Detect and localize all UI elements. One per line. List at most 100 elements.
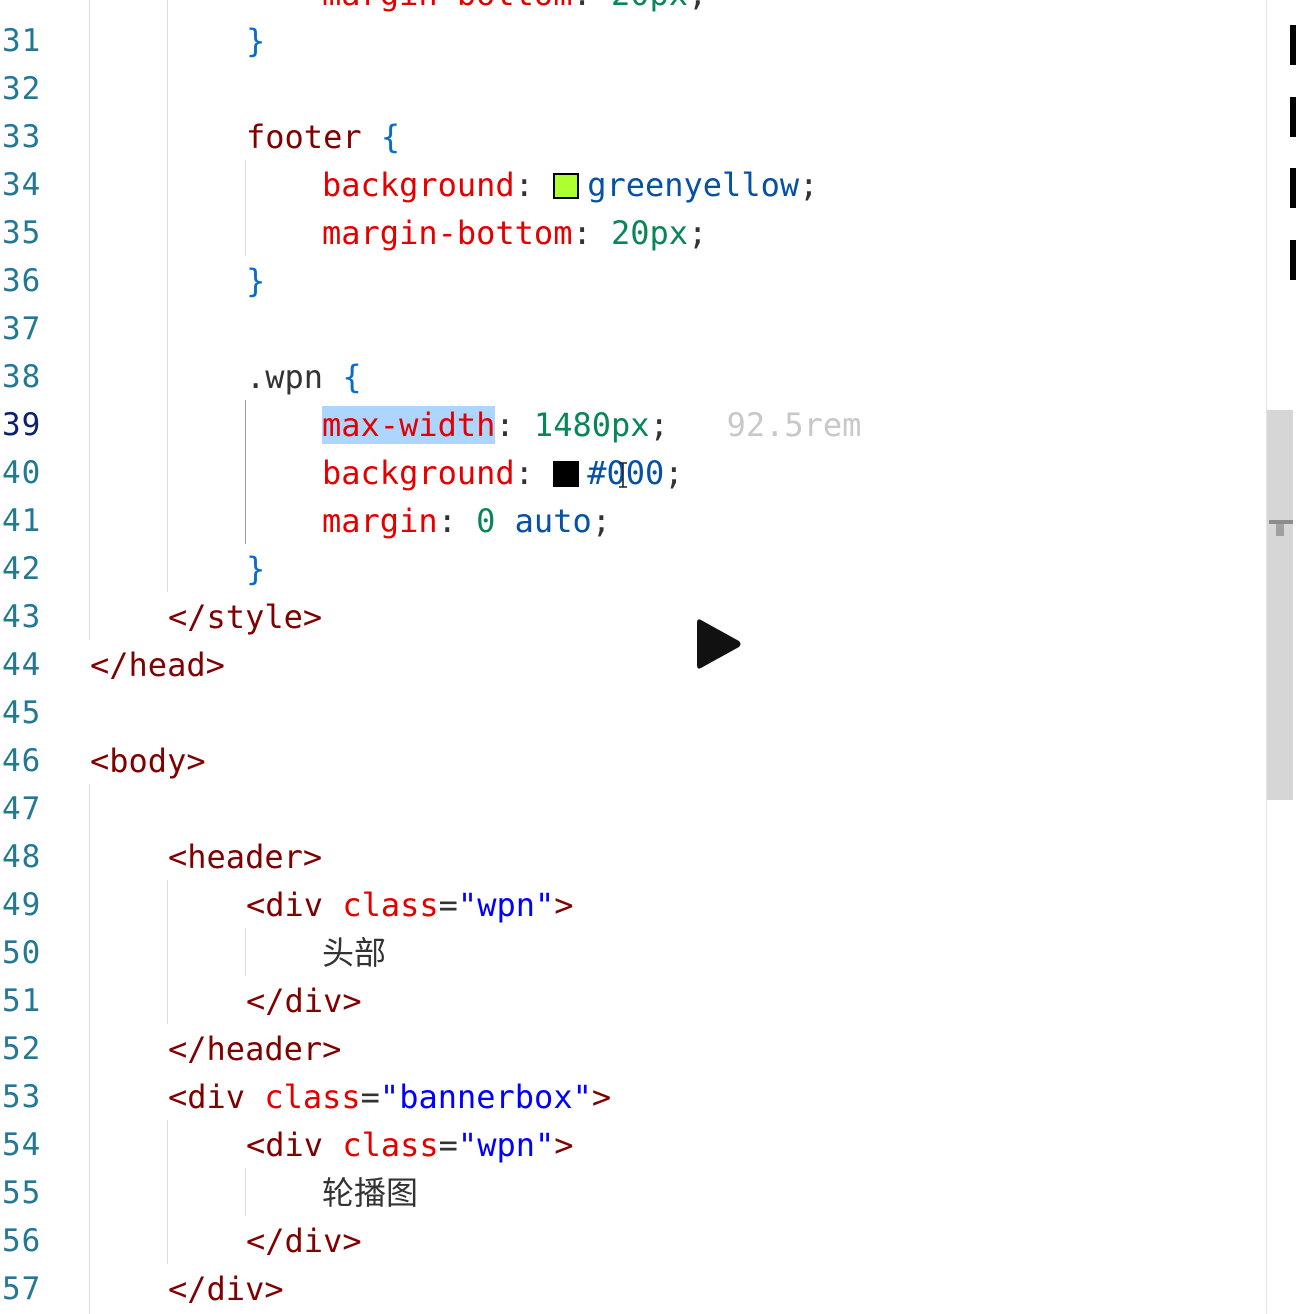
line-number: 40 [2, 455, 42, 491]
scrollbar-cursor-marker [1276, 524, 1284, 536]
code-line[interactable]: </head> [90, 641, 225, 689]
text-content: 头部 [322, 934, 387, 972]
color-swatch-icon[interactable] [553, 173, 580, 199]
line-number: 49 [2, 887, 42, 923]
line-number: 50 [2, 935, 42, 971]
code-line[interactable]: <div class="bannerbox"> [168, 1073, 611, 1121]
css-property: margin [322, 502, 438, 540]
code-line[interactable]: background: greenyellow; [322, 161, 818, 209]
code-line[interactable]: </style> [168, 593, 322, 641]
html-attribute-value: "wpn" [457, 1126, 555, 1164]
line-number: 41 [2, 503, 42, 539]
selected-text: max-width [322, 406, 496, 444]
code-line[interactable]: <div class="wpn"> [246, 1121, 574, 1169]
line-number: 54 [2, 1127, 42, 1163]
html-tag: </div> [246, 1222, 362, 1260]
play-icon[interactable] [695, 617, 743, 671]
html-tag: </header> [168, 1030, 342, 1068]
code-line[interactable]: </header> [168, 1025, 341, 1073]
closing-brace: } [246, 262, 266, 300]
overview-ruler-mark [1290, 97, 1296, 137]
line-number: 53 [2, 1079, 42, 1115]
code-line[interactable]: } [246, 257, 265, 305]
css-value-number: 0 [476, 502, 496, 540]
code-line[interactable]: </div> [168, 1265, 284, 1313]
line-number: 51 [2, 983, 42, 1019]
code-line-active[interactable]: max-width: 1480px; 92.5rem [322, 401, 861, 449]
line-number: 35 [2, 215, 42, 251]
css-value: greenyellow [587, 166, 800, 204]
opening-brace: { [380, 118, 401, 156]
closing-brace: } [246, 550, 266, 588]
html-tag: </div> [246, 982, 362, 1020]
code-line[interactable]: } [246, 545, 265, 593]
html-attribute: class [342, 886, 439, 924]
code-line[interactable]: 头部 [322, 929, 386, 977]
closing-brace: } [246, 22, 266, 60]
overview-ruler-mark [1290, 240, 1296, 280]
css-property: margin-bottom [322, 214, 573, 252]
line-number: 52 [2, 1031, 42, 1067]
css-value: 20px [610, 214, 689, 252]
code-line[interactable]: </div> [246, 977, 362, 1025]
code-editor[interactable]: 31 32 33 34 35 36 37 38 39 40 41 42 43 4… [0, 0, 1296, 1314]
opening-brace: { [342, 358, 362, 396]
html-attribute-value: "wpn" [457, 886, 555, 924]
css-property: background [322, 454, 515, 492]
code-line[interactable]: footer { [246, 113, 400, 161]
line-number-gutter: 31 32 33 34 35 36 37 38 39 40 41 42 43 4… [0, 0, 60, 1314]
html-attribute: class [342, 1126, 439, 1164]
color-swatch-icon[interactable] [553, 461, 580, 487]
html-tag-open: <div [168, 1078, 246, 1116]
html-tag-open: <div [246, 1126, 324, 1164]
line-number: 37 [2, 311, 42, 347]
css-selector: .wpn [246, 358, 324, 396]
code-line[interactable]: margin: 0 auto; [322, 497, 611, 545]
line-number: 32 [2, 71, 42, 107]
line-number: 31 [2, 23, 42, 59]
html-attribute-value: "bannerbox" [379, 1078, 592, 1116]
code-line[interactable]: <header> [168, 833, 322, 881]
line-number: 43 [2, 599, 42, 635]
rem-conversion-hint: 92.5rem [726, 406, 862, 444]
code-line[interactable]: <div class="wpn"> [246, 881, 574, 929]
html-tag-open: <div [246, 886, 324, 924]
css-value-keyword: auto [514, 502, 592, 540]
text-content: 轮播图 [322, 1174, 419, 1212]
line-number: 46 [2, 743, 42, 779]
code-line[interactable]: <body> [90, 737, 206, 785]
html-tag: <body> [90, 742, 206, 780]
css-property: background [322, 166, 515, 204]
overview-ruler-mark [1290, 25, 1296, 65]
html-attribute: class [264, 1078, 361, 1116]
html-tag: </head> [90, 646, 225, 684]
code-line[interactable]: margin-bottom: 20px; [322, 209, 707, 257]
css-value: 1480px [533, 406, 650, 444]
html-tag: </style> [168, 598, 323, 636]
line-number: 56 [2, 1223, 42, 1259]
scrollbar-thumb[interactable] [1267, 410, 1293, 800]
code-area[interactable]: } footer { background: greenyellow; marg… [90, 0, 1260, 1314]
line-number: 57 [2, 1271, 42, 1307]
line-number: 45 [2, 695, 42, 731]
overview-ruler-mark [1290, 168, 1296, 208]
line-number: 42 [2, 551, 42, 587]
line-number: 48 [2, 839, 42, 875]
line-number: 47 [2, 791, 42, 827]
code-line[interactable]: </div> [246, 1217, 362, 1265]
html-tag: <header> [168, 838, 323, 876]
html-tag: </div> [168, 1270, 284, 1308]
line-number: 36 [2, 263, 42, 299]
line-number: 33 [2, 119, 42, 155]
code-line[interactable]: background: #000; [322, 449, 684, 497]
code-line[interactable]: 轮播图 [322, 1169, 418, 1217]
line-number: 44 [2, 647, 42, 683]
line-number: 55 [2, 1175, 42, 1211]
text-cursor-icon [619, 462, 627, 488]
code-line[interactable]: } [246, 17, 265, 65]
line-number-active: 39 [2, 407, 42, 443]
css-selector: footer [246, 118, 362, 156]
code-line[interactable]: .wpn { [246, 353, 362, 401]
line-number: 34 [2, 167, 42, 203]
line-number: 38 [2, 359, 42, 395]
